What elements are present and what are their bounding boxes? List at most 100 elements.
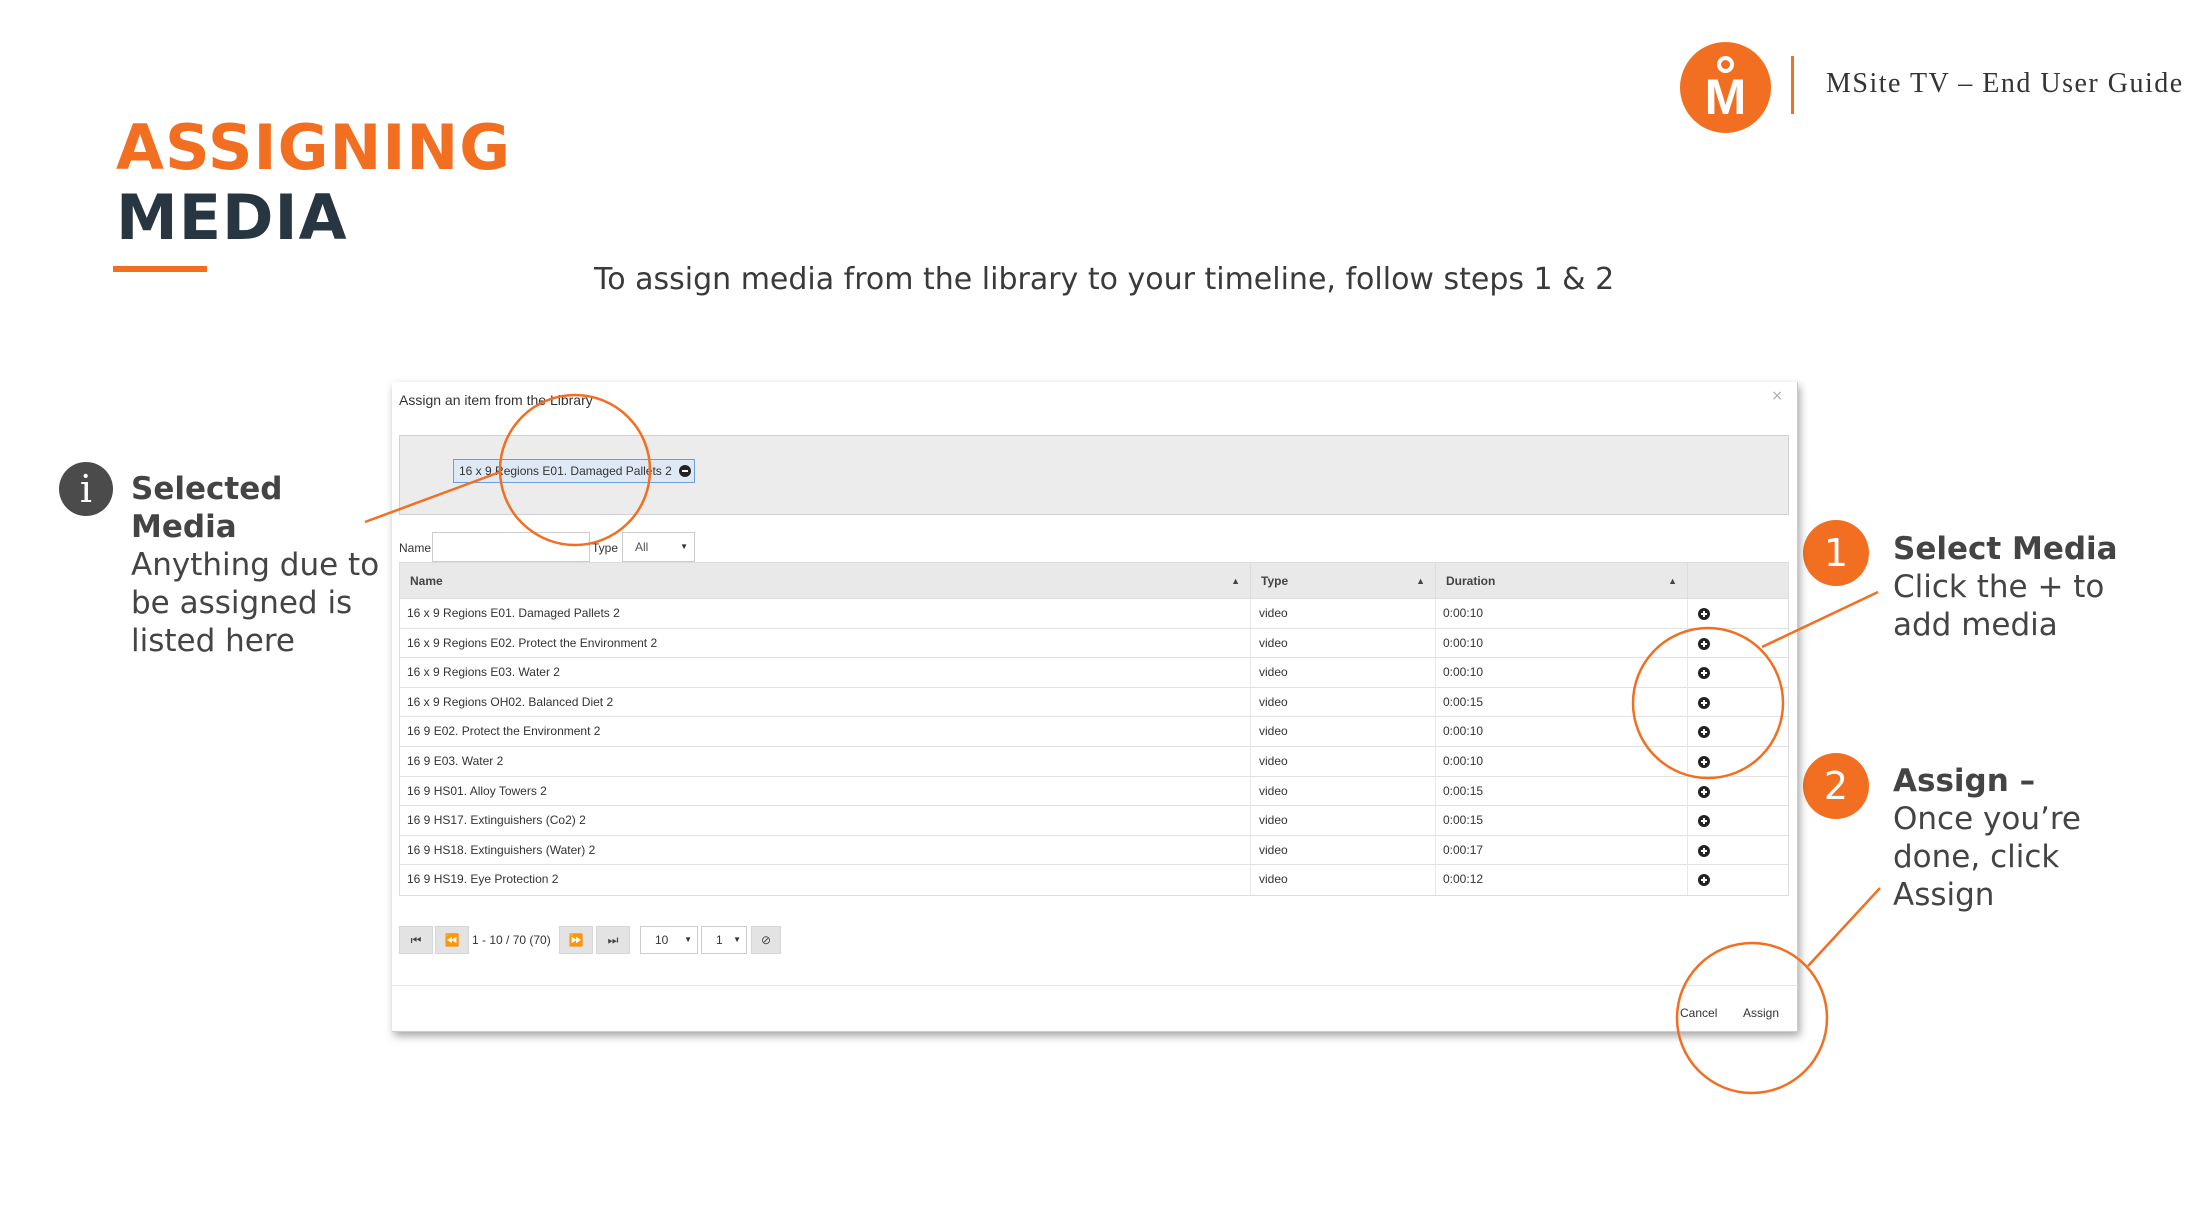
row-type: video bbox=[1251, 865, 1436, 895]
sort-icon: ▲ bbox=[1416, 576, 1425, 586]
row-duration: 0:00:15 bbox=[1436, 776, 1688, 807]
row-duration: 0:00:10 bbox=[1436, 658, 1688, 688]
row-name: 16 9 HS01. Alloy Towers 2 bbox=[400, 776, 1251, 807]
add-icon[interactable] bbox=[1698, 755, 1710, 768]
step-2-note: Assign – Once you’re done, click Assign bbox=[1893, 762, 2123, 914]
table-row[interactable]: 16 x 9 Regions E02. Protect the Environm… bbox=[400, 628, 1790, 659]
row-duration: 0:00:12 bbox=[1436, 865, 1688, 895]
row-actions bbox=[1688, 629, 1790, 659]
column-header-name[interactable]: Name ▲ bbox=[400, 563, 1251, 599]
row-name: 16 9 HS18. Extinguishers (Water) 2 bbox=[400, 835, 1251, 866]
cancel-button[interactable]: Cancel bbox=[1680, 1006, 1717, 1020]
row-name: 16 x 9 Regions E03. Water 2 bbox=[400, 658, 1251, 688]
table-row[interactable]: 16 9 HS19. Eye Protection 2 video 0:00:12 bbox=[400, 865, 1788, 895]
page-size-select[interactable]: 10 ▼ bbox=[640, 926, 698, 954]
dialog-footer-divider bbox=[392, 985, 1798, 986]
add-icon[interactable] bbox=[1698, 696, 1710, 709]
add-icon[interactable] bbox=[1698, 667, 1710, 680]
close-icon[interactable]: × bbox=[1771, 388, 1783, 404]
row-name: 16 x 9 Regions OH02. Balanced Diet 2 bbox=[400, 687, 1251, 718]
row-actions bbox=[1688, 599, 1790, 629]
step-1-badge: 1 bbox=[1803, 520, 1869, 586]
table-row[interactable]: 16 9 E03. Water 2 video 0:00:10 bbox=[400, 746, 1788, 777]
add-icon[interactable] bbox=[1698, 726, 1710, 739]
step-2-badge: 2 bbox=[1803, 753, 1869, 819]
row-actions bbox=[1688, 658, 1790, 688]
row-duration: 0:00:15 bbox=[1436, 687, 1688, 718]
row-duration: 0:00:10 bbox=[1436, 717, 1688, 747]
row-type: video bbox=[1251, 658, 1436, 688]
type-filter-value: All bbox=[635, 540, 649, 554]
table-row[interactable]: 16 9 HS17. Extinguishers (Co2) 2 video 0:0… bbox=[400, 806, 1788, 836]
logo-letter: M bbox=[1704, 69, 1747, 125]
column-header-duration[interactable]: Duration ▲ bbox=[1436, 563, 1688, 599]
row-duration: 0:00:15 bbox=[1436, 806, 1688, 836]
name-filter-input[interactable] bbox=[432, 532, 590, 562]
selected-media-note: Selected Media Anything due to be assign… bbox=[131, 470, 381, 660]
first-page-icon[interactable]: ⏮ bbox=[399, 926, 433, 954]
title-underline bbox=[113, 266, 207, 272]
add-icon[interactable] bbox=[1698, 608, 1710, 620]
type-filter-label: Type bbox=[592, 541, 619, 555]
table-header: Name ▲ Type ▲ Duration ▲ bbox=[400, 563, 1788, 599]
assign-button[interactable]: Assign bbox=[1743, 1006, 1779, 1020]
selected-media-body: Anything due to be assigned is listed he… bbox=[131, 547, 380, 659]
dialog-title: Assign an item from the Library bbox=[399, 392, 593, 408]
selected-media-area: 16 x 9 Regions E01. Damaged Pallets 2 bbox=[399, 435, 1789, 515]
name-filter-label: Name bbox=[399, 541, 432, 555]
add-icon[interactable] bbox=[1698, 874, 1710, 887]
step-2-body: Once you’re done, click Assign bbox=[1893, 801, 2081, 913]
column-header-duration-label: Duration bbox=[1446, 574, 1496, 588]
row-type: video bbox=[1251, 687, 1436, 718]
row-type: video bbox=[1251, 776, 1436, 807]
page-subtitle: To assign media from the library to your… bbox=[594, 262, 1615, 297]
column-header-type[interactable]: Type ▲ bbox=[1251, 563, 1436, 599]
row-duration: 0:00:10 bbox=[1436, 746, 1688, 777]
row-name: 16 9 E02. Protect the Environment 2 bbox=[400, 717, 1251, 747]
row-type: video bbox=[1251, 717, 1436, 747]
row-type: video bbox=[1251, 806, 1436, 836]
row-duration: 0:00:10 bbox=[1436, 628, 1688, 659]
row-name: 16 x 9 Regions E01. Damaged Pallets 2 bbox=[400, 599, 1251, 629]
row-type: video bbox=[1251, 599, 1436, 629]
prev-page-icon[interactable]: ⏪ bbox=[435, 926, 469, 954]
library-table: Name ▲ Type ▲ Duration ▲ 16 x 9 Regions … bbox=[399, 562, 1789, 896]
table-row[interactable]: 16 9 E02. Protect the Environment 2 video… bbox=[400, 717, 1788, 747]
refresh-icon[interactable]: ⊘ bbox=[751, 926, 781, 954]
step-1-heading: Select Media bbox=[1893, 531, 2118, 567]
page-title-line1: ASSIGNING bbox=[116, 111, 512, 184]
row-name: 16 9 HS19. Eye Protection 2 bbox=[400, 865, 1251, 895]
selected-media-chip: 16 x 9 Regions E01. Damaged Pallets 2 bbox=[453, 459, 695, 483]
chevron-down-icon: ▼ bbox=[733, 935, 741, 944]
column-header-name-label: Name bbox=[410, 574, 443, 588]
chevron-down-icon: ▼ bbox=[680, 542, 688, 551]
add-icon[interactable] bbox=[1698, 815, 1710, 828]
table-row[interactable]: 16 x 9 Regions OH02. Balanced Diet 2 vide… bbox=[400, 687, 1788, 718]
next-page-icon[interactable]: ⏩ bbox=[559, 926, 593, 954]
table-row[interactable]: 16 9 HS18. Extinguishers (Water) 2 video 0… bbox=[400, 835, 1790, 866]
add-icon[interactable] bbox=[1698, 785, 1710, 798]
type-filter-select[interactable]: All ▼ bbox=[622, 532, 695, 562]
row-duration: 0:00:17 bbox=[1436, 835, 1688, 866]
row-duration: 0:00:10 bbox=[1436, 599, 1688, 629]
row-actions bbox=[1688, 865, 1790, 895]
row-type: video bbox=[1251, 835, 1436, 866]
page-select[interactable]: 1 ▼ bbox=[701, 926, 747, 954]
column-header-type-label: Type bbox=[1261, 574, 1289, 588]
chevron-down-icon: ▼ bbox=[684, 935, 692, 944]
add-icon[interactable] bbox=[1698, 637, 1710, 650]
last-page-icon[interactable]: ⏭ bbox=[596, 926, 630, 954]
column-header-actions bbox=[1688, 563, 1790, 599]
table-row[interactable]: 16 9 HS01. Alloy Towers 2 video 0:00:15 bbox=[400, 776, 1790, 807]
row-name: 16 9 HS17. Extinguishers (Co2) 2 bbox=[400, 806, 1251, 836]
row-actions bbox=[1688, 836, 1790, 866]
selected-media-heading: Selected Media bbox=[131, 471, 283, 545]
msite-logo: M bbox=[1680, 42, 1771, 133]
add-icon[interactable] bbox=[1698, 844, 1710, 857]
table-row[interactable]: 16 x 9 Regions E03. Water 2 video 0:00:10 bbox=[400, 658, 1788, 688]
row-actions bbox=[1688, 777, 1790, 807]
remove-icon[interactable] bbox=[678, 465, 691, 477]
sort-icon: ▲ bbox=[1668, 576, 1677, 586]
table-row[interactable]: 16 x 9 Regions E01. Damaged Pallets 2 vid… bbox=[400, 599, 1788, 629]
info-icon: i bbox=[59, 462, 113, 516]
